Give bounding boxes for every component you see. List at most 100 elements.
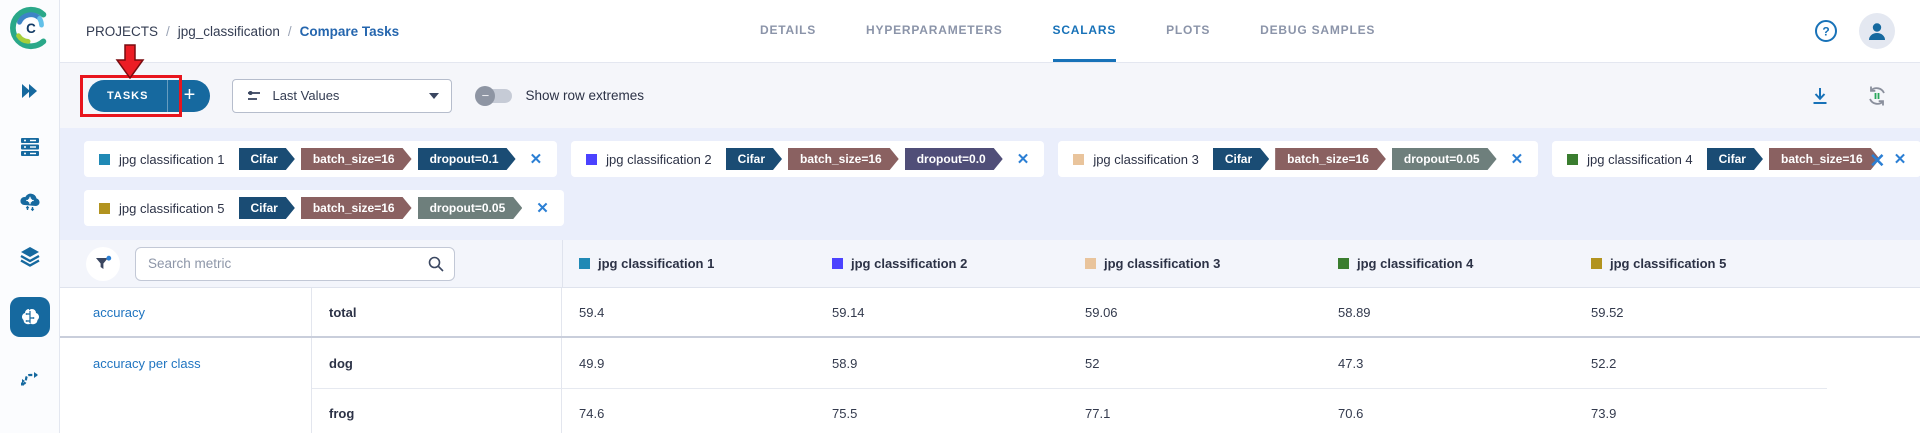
remove-task-icon[interactable]: ✕ (1017, 150, 1030, 168)
column-headers: jpg classification 1 jpg classification … (562, 240, 1828, 287)
toggle-knob: − (475, 86, 495, 106)
metric-value: 70.6 (1321, 388, 1574, 433)
top-header: PROJECTS / jpg_classification / Compare … (60, 0, 1920, 63)
task-name: jpg classification 2 (606, 152, 712, 167)
remove-task-icon[interactable]: ✕ (1894, 150, 1907, 168)
breadcrumb-project-name[interactable]: jpg_classification (178, 24, 280, 39)
launch-icon (18, 79, 42, 103)
task-tag: dropout=0.05 (418, 197, 523, 219)
task-chip[interactable]: jpg classification 3 Cifar batch_size=16… (1058, 141, 1538, 177)
sidebar-item-pipelines[interactable] (16, 364, 44, 392)
series-color-swatch (579, 258, 590, 269)
breadcrumb-separator: / (288, 24, 292, 39)
metric-value: 73.9 (1574, 388, 1827, 433)
experiments-brain-icon (18, 305, 42, 329)
svg-text:C: C (26, 21, 36, 36)
row-extremes-toggle[interactable]: − (478, 89, 512, 103)
task-chip[interactable]: jpg classification 1 Cifar batch_size=16… (84, 141, 557, 177)
variant-label: dog (312, 338, 562, 388)
column-header: jpg classification 1 (563, 256, 816, 271)
metric-value: 59.14 (815, 288, 1068, 336)
search-icon[interactable] (427, 255, 445, 273)
task-tag: batch_size=16 (301, 148, 412, 170)
remove-task-icon[interactable]: ✕ (1511, 150, 1524, 168)
series-color-swatch (586, 154, 597, 165)
series-color-swatch (99, 154, 110, 165)
series-color-swatch (1338, 258, 1349, 269)
tab-details[interactable]: DETAILS (760, 0, 816, 62)
series-color-swatch (1567, 154, 1578, 165)
series-color-swatch (1073, 154, 1084, 165)
series-color-swatch (1591, 258, 1602, 269)
tab-debug-samples[interactable]: DEBUG SAMPLES (1260, 0, 1375, 62)
task-name: jpg classification 3 (1093, 152, 1199, 167)
task-tag: dropout=0.0 (905, 148, 1003, 170)
column-header: jpg classification 5 (1575, 256, 1828, 271)
filter-zone (60, 247, 562, 281)
breadcrumb: PROJECTS / jpg_classification / Compare … (86, 24, 399, 39)
table-header: jpg classification 1 jpg classification … (60, 240, 1920, 288)
task-chip[interactable]: jpg classification 2 Cifar batch_size=16… (571, 141, 1044, 177)
metric-link[interactable]: accuracy (60, 288, 312, 336)
task-chip[interactable]: jpg classification 5 Cifar batch_size=16… (84, 190, 564, 226)
series-color-swatch (1085, 258, 1096, 269)
task-tag: dropout=0.05 (1392, 148, 1497, 170)
remove-task-icon[interactable]: ✕ (530, 150, 543, 168)
download-icon[interactable] (1809, 85, 1831, 107)
tab-scalars[interactable]: SCALARS (1053, 0, 1117, 62)
metric-link[interactable]: accuracy per class (60, 338, 312, 388)
task-name: jpg classification 4 (1587, 152, 1693, 167)
user-avatar[interactable] (1859, 13, 1895, 49)
column-header: jpg classification 3 (1069, 256, 1322, 271)
toolbar-right-actions (1809, 84, 1889, 108)
help-icon[interactable]: ? (1813, 18, 1839, 44)
remove-task-icon[interactable]: ✕ (536, 199, 549, 217)
refresh-pause-icon[interactable] (1865, 84, 1889, 108)
close-panel-icon[interactable]: ✕ (1869, 150, 1885, 173)
tab-plots[interactable]: PLOTS (1166, 0, 1210, 62)
metric-value: 58.9 (815, 338, 1068, 388)
person-icon (1865, 19, 1889, 43)
sidebar-item-queues[interactable] (16, 132, 44, 160)
tasks-pill: TASKS + (88, 80, 210, 112)
scalars-toolbar: TASKS + Last Values − (60, 63, 1920, 128)
metric-value: 75.5 (815, 388, 1068, 433)
tasks-button[interactable]: TASKS (88, 80, 168, 112)
metric-value: 59.52 (1574, 288, 1827, 336)
metric-link (60, 388, 312, 433)
breadcrumb-projects[interactable]: PROJECTS (86, 24, 158, 39)
metric-value: 74.6 (562, 388, 815, 433)
task-chip[interactable]: jpg classification 4 Cifar batch_size=16… (1552, 141, 1920, 177)
values-mode-dropdown[interactable]: Last Values (232, 79, 452, 113)
sidebar-item-applications[interactable] (16, 187, 44, 215)
tab-hyperparameters[interactable]: HYPERPARAMETERS (866, 0, 1002, 62)
sidebar-nav (10, 77, 50, 392)
breadcrumb-current-page: Compare Tasks (300, 24, 400, 39)
task-tag: batch_size=16 (301, 197, 412, 219)
header-actions: ? (1813, 13, 1895, 49)
breadcrumb-separator: / (166, 24, 170, 39)
variant-label: total (312, 288, 562, 336)
applications-cloud-gear-icon (18, 189, 42, 213)
metric-value: 59.06 (1068, 288, 1321, 336)
chip-row-1: jpg classification 1 Cifar batch_size=16… (84, 141, 1920, 177)
task-tag: Cifar (1213, 148, 1269, 170)
task-name: jpg classification 5 (119, 201, 225, 216)
sidebar-item-experiments[interactable] (10, 297, 50, 337)
metric-value: 59.4 (562, 288, 815, 336)
scalars-table: jpg classification 1 jpg classification … (60, 240, 1920, 433)
column-header: jpg classification 2 (816, 256, 1069, 271)
row-extremes-label: Show row extremes (525, 88, 644, 103)
task-tag: Cifar (726, 148, 782, 170)
chip-row-2: jpg classification 5 Cifar batch_size=16… (84, 190, 1920, 226)
add-task-button[interactable]: + (168, 80, 210, 112)
filter-icon[interactable] (86, 247, 120, 281)
table-row: frog 74.6 75.5 77.1 70.6 73.9 (60, 388, 1920, 433)
task-tag: batch_size=16 (1275, 148, 1386, 170)
search-metric-input[interactable] (135, 247, 455, 281)
sidebar-item-launch[interactable] (16, 77, 44, 105)
clearml-logo[interactable]: C (7, 5, 53, 51)
last-values-icon (245, 87, 263, 105)
task-tag: Cifar (1707, 148, 1763, 170)
sidebar-item-datasets[interactable] (16, 242, 44, 270)
